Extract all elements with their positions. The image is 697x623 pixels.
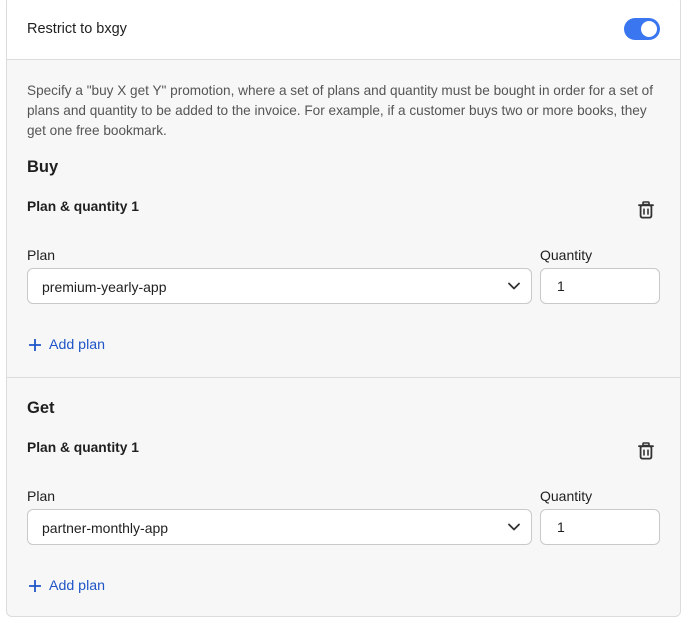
buy-section-title: Buy (27, 158, 59, 176)
plus-icon (29, 339, 41, 351)
buy-group-title: Plan & quantity 1 (27, 199, 139, 214)
buy-add-plan-button[interactable]: Add plan (29, 335, 105, 355)
get-add-plan-label: Add plan (49, 578, 106, 594)
chevron-down-icon (508, 523, 520, 531)
bxgy-description: Specify a "buy X get Y" promotion, where… (27, 83, 654, 138)
trash-icon[interactable] (638, 442, 654, 460)
chevron-down-icon (508, 282, 520, 290)
section-divider (7, 377, 680, 378)
plus-icon (29, 580, 41, 592)
get-plan-label: Plan (27, 488, 56, 504)
restrict-bxgy-toggle[interactable] (624, 18, 660, 40)
card-header: Restrict to bxgy (7, 0, 680, 60)
get-group-title: Plan & quantity 1 (27, 440, 139, 455)
get-add-plan-button[interactable]: Add plan (29, 576, 105, 596)
toggle-knob (641, 21, 657, 37)
get-section-title: Get (27, 399, 55, 417)
get-plan-select[interactable]: partner-monthly-app (27, 509, 532, 545)
buy-add-plan-label: Add plan (49, 337, 106, 353)
buy-quantity-label: Quantity (540, 247, 593, 263)
buy-quantity-input[interactable] (540, 268, 660, 304)
buy-plan-select[interactable]: premium-yearly-app (27, 268, 532, 304)
get-quantity-label: Quantity (540, 488, 593, 504)
get-quantity-input[interactable] (540, 509, 660, 545)
header-title: Restrict to bxgy (27, 21, 127, 37)
buy-plan-value: premium-yearly-app (42, 279, 167, 295)
buy-plan-label: Plan (27, 247, 56, 263)
get-plan-value: partner-monthly-app (42, 520, 169, 536)
trash-icon[interactable] (638, 201, 654, 219)
bxgy-restriction-card: Restrict to bxgy Specify a "buy X get Y"… (6, 0, 681, 617)
